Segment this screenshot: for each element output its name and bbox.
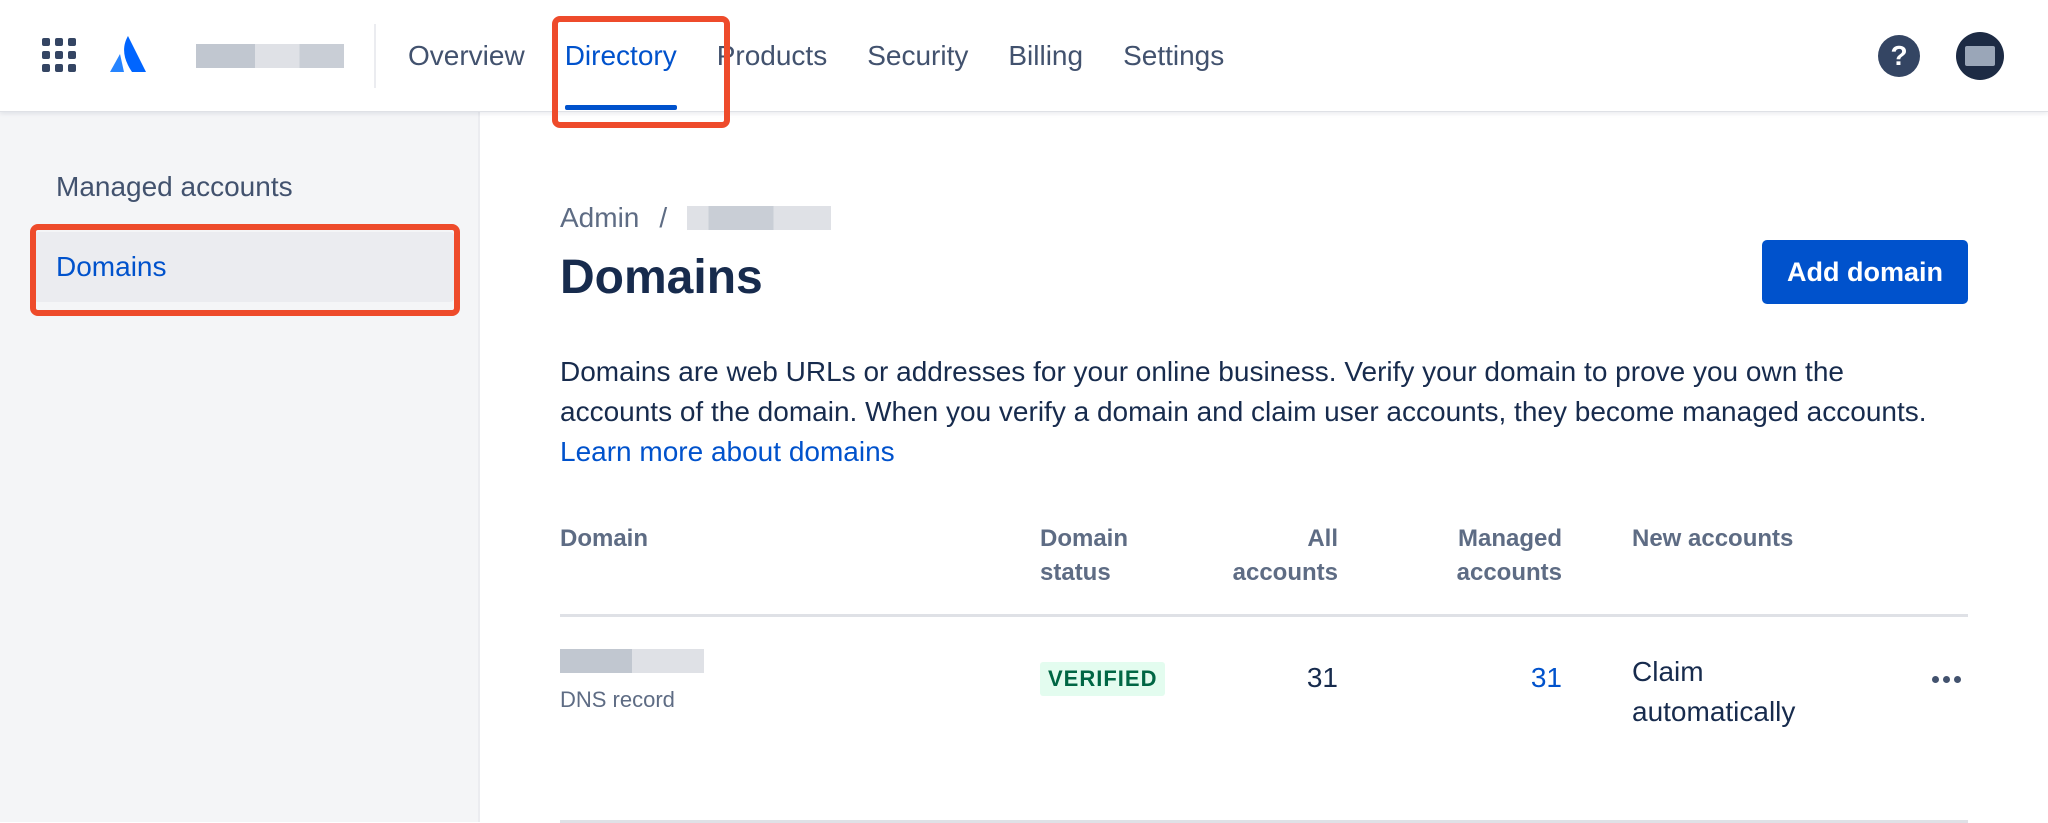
table-row: DNS record VERIFIED 31 31 Claim automati… bbox=[560, 522, 1968, 727]
domain-verification-method: DNS record bbox=[560, 687, 675, 712]
learn-more-link[interactable]: Learn more about domains bbox=[560, 436, 895, 467]
organization-name-redacted bbox=[196, 44, 344, 68]
atlassian-logo-icon[interactable] bbox=[108, 34, 148, 74]
breadcrumb-admin[interactable]: Admin bbox=[560, 202, 639, 234]
page-description: Domains are web URLs or addresses for yo… bbox=[560, 352, 1960, 472]
sidebar-item-managed-accounts[interactable]: Managed accounts bbox=[34, 152, 454, 222]
top-navigation: Overview Directory Products Security Bil… bbox=[0, 0, 2048, 112]
avatar[interactable] bbox=[1956, 32, 2004, 80]
sidebar-item-domains[interactable]: Domains bbox=[34, 232, 454, 302]
add-domain-button[interactable]: Add domain bbox=[1762, 240, 1968, 304]
tab-products[interactable]: Products bbox=[697, 0, 848, 112]
managed-accounts-link[interactable]: 31 bbox=[1404, 662, 1562, 694]
more-actions-icon[interactable] bbox=[1924, 664, 1968, 694]
page-title: Domains bbox=[560, 251, 763, 304]
nav-tabs: Overview Directory Products Security Bil… bbox=[388, 0, 1244, 112]
avatar-image bbox=[1965, 46, 1995, 66]
main-content: Admin / Domains Add domain Domains are w… bbox=[480, 112, 2048, 823]
help-icon[interactable]: ? bbox=[1878, 35, 1920, 77]
status-badge: VERIFIED bbox=[1040, 662, 1166, 696]
breadcrumb-org-redacted[interactable] bbox=[687, 206, 832, 230]
app-switcher-icon[interactable] bbox=[42, 38, 76, 72]
tab-overview[interactable]: Overview bbox=[388, 0, 545, 112]
tab-billing[interactable]: Billing bbox=[988, 0, 1103, 112]
domain-name-redacted[interactable] bbox=[560, 649, 704, 673]
breadcrumb: Admin / bbox=[560, 198, 832, 238]
description-text: Domains are web URLs or addresses for yo… bbox=[560, 356, 1927, 427]
tab-security[interactable]: Security bbox=[847, 0, 988, 112]
new-accounts-setting: Claim automatically bbox=[1632, 656, 1796, 727]
tab-directory[interactable]: Directory bbox=[545, 0, 697, 112]
nav-divider bbox=[374, 24, 376, 88]
all-accounts-count: 31 bbox=[1306, 662, 1338, 693]
tab-settings[interactable]: Settings bbox=[1103, 0, 1244, 112]
breadcrumb-separator: / bbox=[659, 202, 668, 233]
sidebar: Managed accounts Domains bbox=[0, 112, 480, 822]
